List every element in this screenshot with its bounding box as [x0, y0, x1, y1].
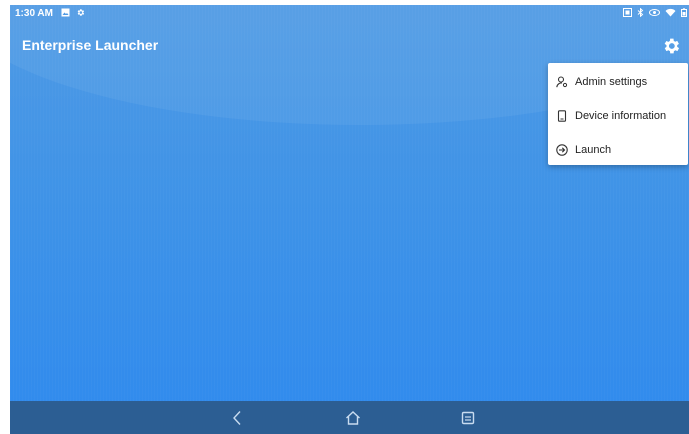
- status-bar: 1:30 AM: [10, 5, 689, 23]
- image-icon: [61, 8, 70, 19]
- status-time: 1:30 AM: [15, 8, 53, 19]
- status-left-icons: [61, 8, 85, 19]
- menu-item-admin-settings[interactable]: Admin settings: [548, 65, 688, 99]
- menu-item-label: Launch: [575, 144, 612, 156]
- wifi-icon: [665, 8, 676, 19]
- status-right-icons: [623, 7, 687, 19]
- navigation-bar: [10, 401, 689, 434]
- eye-icon: [649, 8, 660, 19]
- gear-icon: [76, 8, 85, 19]
- bluetooth-icon: [637, 7, 644, 19]
- menu-item-label: Device information: [575, 110, 667, 122]
- back-icon[interactable]: [229, 409, 247, 427]
- battery-icon: [681, 8, 687, 19]
- app-title: Enterprise Launcher: [22, 37, 159, 53]
- home-icon[interactable]: [344, 409, 362, 427]
- launch-arrow-icon: [555, 143, 569, 157]
- admin-user-icon: [555, 75, 569, 89]
- phone-icon: [555, 109, 569, 123]
- nfc-icon: [623, 8, 632, 19]
- gear-icon[interactable]: [661, 36, 681, 56]
- menu-item-launch[interactable]: Launch: [548, 133, 688, 167]
- recents-icon[interactable]: [459, 409, 477, 427]
- settings-menu: Admin settings Device information Launch: [548, 63, 688, 165]
- menu-item-device-information[interactable]: Device information: [548, 99, 688, 133]
- menu-item-label: Admin settings: [575, 76, 648, 88]
- home-screen: 1:30 AM Enterprise Launcher Admin settin…: [10, 5, 689, 434]
